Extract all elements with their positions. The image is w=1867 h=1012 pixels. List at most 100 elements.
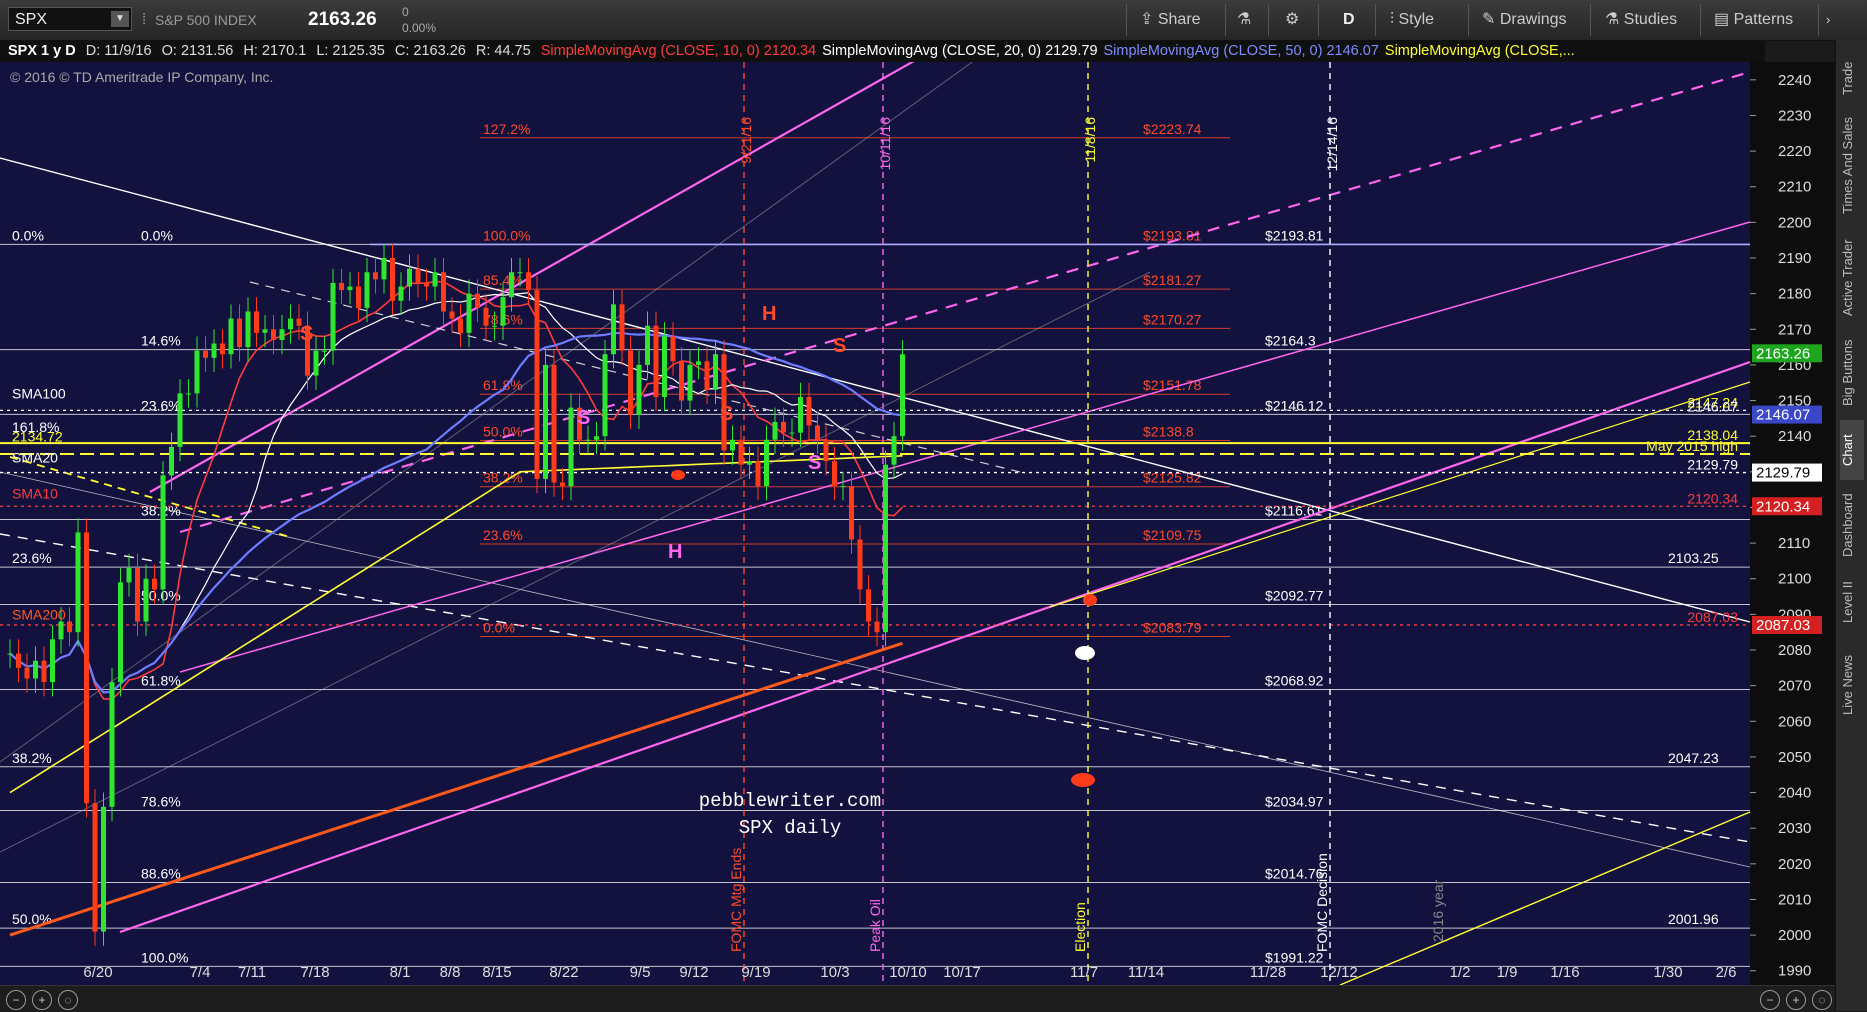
candle-body-17 [152, 578, 157, 590]
price-chart[interactable]: $2193.81 $2164.3 $2146.12 $2116.61 2103.25 $2… [0, 62, 1835, 985]
candle-body-69 [594, 436, 599, 440]
marker-white [1075, 646, 1095, 660]
symbol-input[interactable]: SPX ▼ [8, 7, 132, 31]
candle-body-83 [713, 354, 718, 390]
y-tick-9: 2080 [1778, 642, 1811, 659]
x-tick-4: 8/1 [390, 964, 411, 981]
right-label-6: 2087.03 [1687, 609, 1738, 625]
right-label-5: 2120.34 [1687, 490, 1738, 506]
x-tick-7: 8/22 [549, 964, 578, 981]
price-tag-4: 2087.03 [1756, 617, 1810, 634]
candle-body-75 [645, 325, 650, 365]
legend-study-2[interactable]: SimpleMovingAvg (CLOSE, 50, 0) 2146.07 [1104, 43, 1379, 59]
pattern-label-2: S [833, 335, 846, 357]
candle-body-103 [883, 464, 888, 633]
side-tab-times-and-sales[interactable]: Times And Sales [1840, 110, 1864, 220]
candle-body-57 [492, 325, 497, 327]
zoom-fit-icon[interactable]: ◌ [58, 990, 78, 1010]
side-tab-trade[interactable]: Trade [1840, 48, 1864, 108]
fib-price-label-8: $2083.79 [1143, 620, 1202, 636]
candle-body-21 [186, 393, 191, 395]
collapse-icon[interactable]: › [1826, 0, 1830, 40]
zoom-reset-icon[interactable]: ◌ [1812, 990, 1832, 1010]
side-tab-level-ii[interactable]: Level II [1840, 570, 1864, 635]
zoom-in-icon[interactable]: + [32, 990, 52, 1010]
side-tab-dashboard[interactable]: Dashboard [1840, 485, 1864, 565]
candle-body-59 [509, 272, 514, 298]
x-tick-11: 10/3 [820, 964, 849, 981]
zoom-out-icon[interactable]: − [6, 990, 26, 1010]
fib-price-label-7: $2109.75 [1143, 527, 1202, 543]
last-price: 2163.26 [308, 9, 377, 30]
left-fib-label-8: 61.8% [141, 672, 181, 688]
candle-body-7 [67, 621, 72, 633]
x-tick-18: 1/2 [1450, 964, 1471, 981]
event-label-2: Election [1072, 902, 1088, 952]
legend-range: R: 44.75 [475, 43, 531, 59]
event-date-0: 9/21/16 [738, 117, 754, 164]
candle-body-61 [526, 272, 531, 291]
level-label-7: 2047.23 [1668, 750, 1719, 766]
price-tag-1: 2146.07 [1756, 407, 1810, 424]
style-icon: ⫶ [1390, 11, 1395, 28]
price-tag-3: 2120.34 [1756, 498, 1810, 515]
side-tab-active-trader[interactable]: Active Trader [1840, 230, 1864, 325]
style-button[interactable]: ⫶ Style [1390, 0, 1434, 40]
sma-label-2: SMA10 [12, 485, 58, 501]
patterns-button[interactable]: ▤ Patterns [1714, 0, 1793, 40]
share-button[interactable]: ⇪ Share [1140, 0, 1201, 40]
study-legend: SPX 1 y D D: 11/9/16 O: 2131.56 H: 2170.… [0, 40, 1765, 62]
candle-body-27 [237, 318, 242, 348]
candle-body-2 [24, 667, 30, 679]
copyright-text: © 2016 © TD Ameritrade IP Company, Inc. [10, 69, 273, 85]
pattern-label-6: H [668, 541, 682, 563]
candle-body-39 [339, 282, 344, 291]
left-fib-label-13: 100.0% [141, 949, 188, 965]
side-tab-chart[interactable]: Chart [1840, 420, 1864, 480]
candle-body-12 [109, 682, 115, 807]
candle-body-93 [798, 396, 803, 433]
symbol-dropdown-icon[interactable]: ▼ [111, 11, 129, 27]
candle-body-62 [534, 290, 540, 479]
y-tick-0: 1990 [1778, 963, 1811, 980]
left-fib-label-11: 88.6% [141, 866, 181, 882]
candle-body-53 [458, 318, 463, 333]
sma-label-3: SMA200 [12, 607, 66, 623]
candle-body-71 [611, 304, 616, 355]
candle-body-89 [764, 439, 769, 487]
candle-body-70 [602, 354, 608, 437]
candle-body-65 [560, 482, 565, 487]
legend-study-1[interactable]: SimpleMovingAvg (CLOSE, 20, 0) 2129.79 [822, 43, 1097, 59]
left-fib-label-1: 0.0% [141, 227, 173, 243]
y-tick-12: 2110 [1778, 535, 1810, 552]
pattern-label-0: S [300, 323, 313, 345]
price-tag-2: 2129.79 [1756, 465, 1810, 482]
candle-body-74 [636, 364, 642, 415]
left-fib-label-10: 78.6% [141, 793, 181, 809]
dots-icon[interactable]: ⁞ [142, 0, 146, 40]
side-tab-live-news[interactable]: Live News [1840, 640, 1864, 730]
studies-button[interactable]: ⚗ Studies [1605, 0, 1677, 40]
gear-icon[interactable]: ⚙ [1285, 0, 1299, 40]
watermark-line-2: SPX daily [739, 817, 842, 839]
candle-body-60 [517, 272, 523, 274]
zoom-in-right-icon[interactable]: + [1786, 990, 1806, 1010]
y-tick-24: 2230 [1778, 107, 1811, 124]
zoom-out-right-icon[interactable]: − [1760, 990, 1780, 1010]
x-tick-19: 1/9 [1497, 964, 1518, 981]
candle-body-1 [16, 653, 21, 668]
left-fib-label-0: 0.0% [12, 227, 44, 243]
candle-body-47 [407, 268, 412, 287]
level-label-0: $2193.81 [1265, 227, 1324, 243]
candle-body-55 [475, 293, 480, 308]
timeframe-button[interactable]: D [1343, 0, 1355, 40]
legend-study-3[interactable]: SimpleMovingAvg (CLOSE,... [1385, 43, 1575, 59]
beaker-icon[interactable]: ⚗ [1237, 0, 1251, 40]
candle-body-73 [628, 350, 633, 415]
legend-high: H: 2170.1 [243, 43, 307, 59]
drawings-button[interactable]: ✎ Drawings [1482, 0, 1567, 40]
side-tab-big-buttons[interactable]: Big Buttons [1840, 330, 1864, 415]
pattern-label-3: S [720, 403, 733, 425]
candle-body-72 [619, 304, 625, 351]
legend-study-0[interactable]: SimpleMovingAvg (CLOSE, 10, 0) 2120.34 [541, 43, 816, 59]
